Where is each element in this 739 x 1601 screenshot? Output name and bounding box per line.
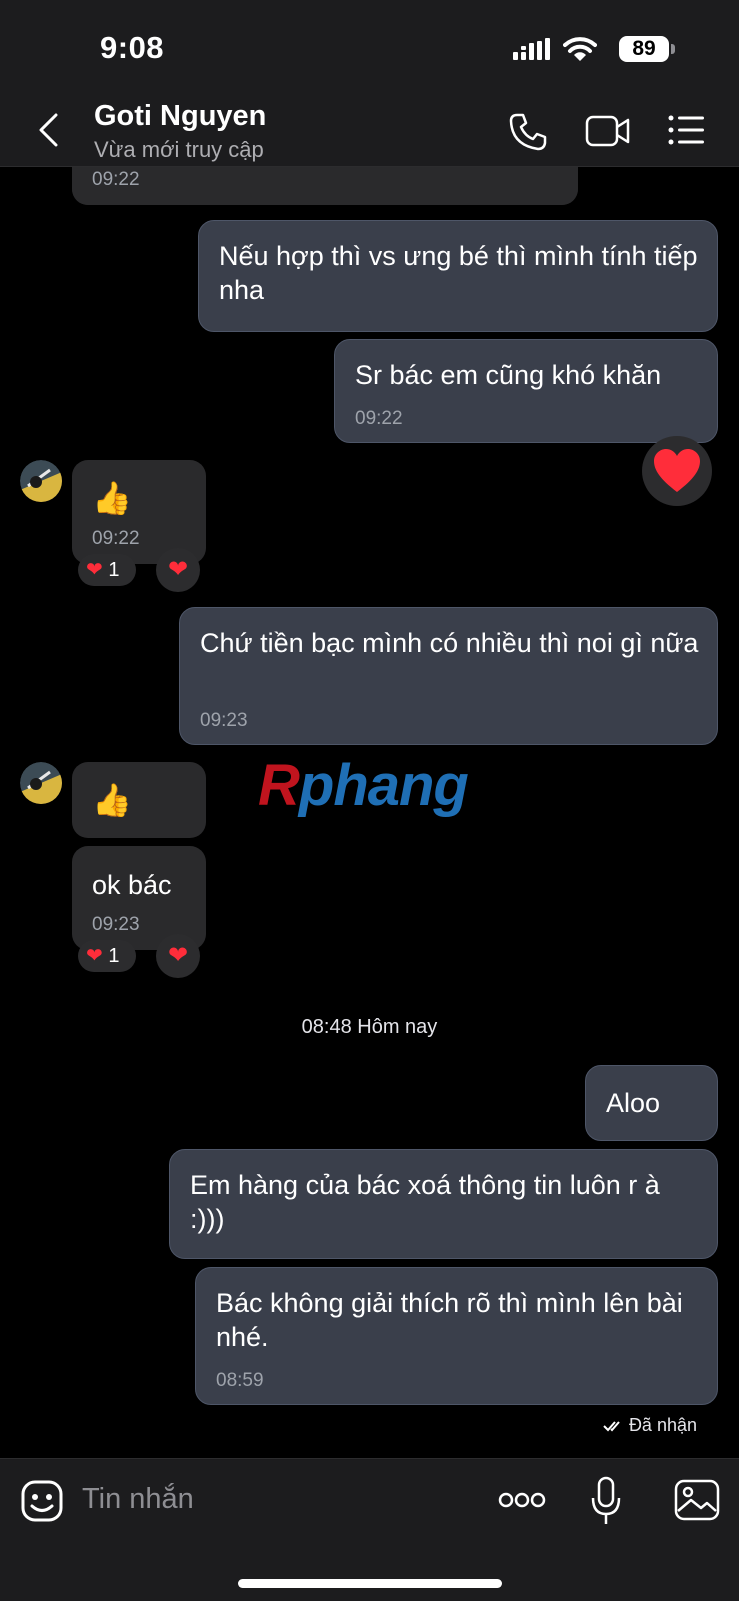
phone-icon[interactable]: [508, 112, 548, 152]
message-incoming[interactable]: 👍 09:22: [72, 460, 206, 564]
watermark-logo: Rphang: [258, 753, 469, 818]
heart-icon: ❤: [167, 556, 189, 583]
message-outgoing[interactable]: Chứ tiền bạc mình có nhiều thì noi gì nữ…: [179, 607, 718, 745]
image-icon[interactable]: [674, 1478, 720, 1522]
add-reaction-button[interactable]: ❤: [156, 548, 200, 592]
more-dots-icon[interactable]: [498, 1490, 546, 1510]
message-time: 09:23: [92, 914, 140, 935]
message-time: 09:23: [200, 710, 248, 731]
reaction-count-pill[interactable]: ❤ 1: [78, 940, 136, 972]
delivery-status: Đã nhận: [603, 1415, 697, 1436]
reaction-count: 1: [108, 559, 120, 581]
contact-status-overlay: Vừa mới truy cập: [94, 137, 264, 162]
message-text: Bác không giải thích rõ thì mình lên bài…: [216, 1288, 683, 1352]
reaction-count: 1: [108, 945, 120, 967]
message-outgoing[interactable]: Sr bác em cũng khó khăn 09:22: [334, 339, 718, 443]
status-time: 9:08: [100, 30, 165, 65]
thumbs-up-emoji: 👍: [92, 782, 132, 818]
sticker-face-icon[interactable]: [20, 1479, 64, 1523]
thumbs-up-emoji: 👍: [92, 480, 132, 516]
message-text: Aloo: [606, 1088, 661, 1118]
heart-icon: ❤: [86, 945, 103, 967]
reaction-bubble[interactable]: [642, 436, 712, 506]
microphone-icon[interactable]: [590, 1476, 622, 1526]
message-time: 09:22: [92, 169, 140, 190]
heart-icon: [654, 449, 700, 492]
heart-icon: ❤: [86, 559, 103, 581]
home-indicator[interactable]: [238, 1579, 502, 1588]
avatar[interactable]: [20, 762, 62, 804]
message-text: Nếu hợp thì vs ưng bé thì mình tính tiếp…: [219, 241, 698, 305]
message-text: ok bác: [92, 870, 172, 900]
heart-icon: ❤: [167, 942, 189, 969]
video-camera-icon[interactable]: [585, 114, 631, 148]
list-icon[interactable]: [668, 114, 706, 146]
message-text: Sr bác em cũng khó khăn: [355, 360, 662, 390]
delivery-status-label: Đã nhận: [628, 1415, 697, 1435]
avatar[interactable]: [20, 460, 62, 502]
message-outgoing[interactable]: Aloo: [585, 1065, 718, 1141]
message-input[interactable]: Tin nhắn: [82, 1483, 194, 1516]
message-incoming[interactable]: ok bác 09:23: [72, 846, 206, 950]
message-time: 09:22: [355, 408, 403, 429]
message-incoming[interactable]: 👍: [72, 762, 206, 838]
battery-cap: [671, 44, 675, 54]
message-text: Chứ tiền bạc mình có nhiều thì noi gì nữ…: [200, 628, 699, 658]
contact-name-overlay[interactable]: Goti Nguyen: [94, 100, 266, 133]
message-time: 09:22: [92, 528, 140, 549]
add-reaction-button[interactable]: ❤: [156, 934, 200, 978]
chevron-left-icon[interactable]: [36, 112, 60, 148]
cellular-signal-icon: [513, 38, 550, 60]
message-outgoing[interactable]: Bác không giải thích rõ thì mình lên bài…: [195, 1267, 718, 1405]
message-incoming-partial[interactable]: 09:22: [72, 167, 578, 205]
message-time: 08:59: [216, 1370, 264, 1391]
message-outgoing[interactable]: Em hàng của bác xoá thông tin luôn r à :…: [169, 1149, 718, 1259]
message-text: Em hàng của bác xoá thông tin luôn r à :…: [190, 1170, 660, 1234]
reaction-count-pill[interactable]: ❤ 1: [78, 554, 136, 586]
wifi-icon: [563, 37, 597, 61]
double-check-icon: [603, 1421, 620, 1432]
message-outgoing[interactable]: Nếu hợp thì vs ưng bé thì mình tính tiếp…: [198, 220, 718, 332]
battery-level: 89: [619, 36, 669, 62]
date-divider: 08:48 Hôm nay: [301, 1016, 438, 1038]
